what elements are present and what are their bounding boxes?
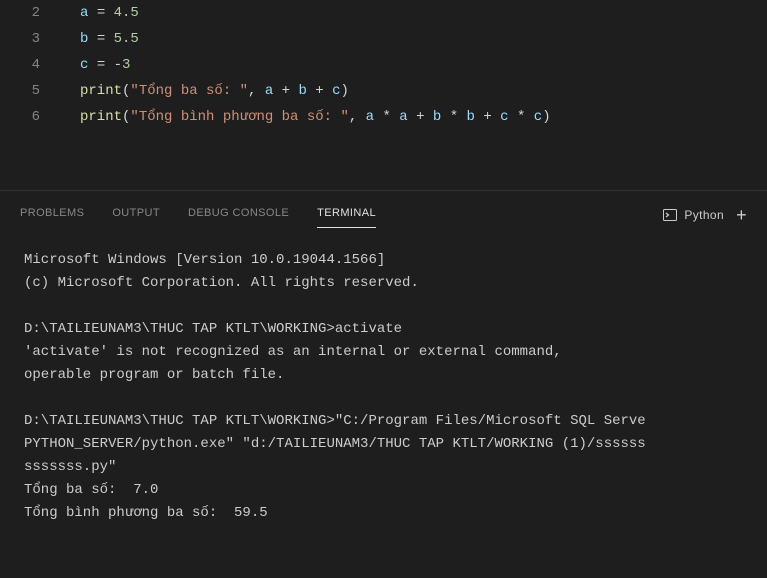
line-number: 6: [0, 104, 60, 130]
interpreter-label: Python: [684, 208, 724, 222]
line-number: 2: [0, 0, 60, 26]
code-line[interactable]: 2a = 4.5: [0, 0, 767, 26]
tab-terminal[interactable]: TERMINAL: [317, 203, 376, 228]
code-line[interactable]: 3b = 5.5: [0, 26, 767, 52]
code-content[interactable]: print("Tổng ba số: ", a + b + c): [60, 78, 349, 104]
terminal-profile-selector[interactable]: Python: [662, 207, 724, 223]
line-number: 5: [0, 78, 60, 104]
new-terminal-button[interactable]: +: [736, 205, 747, 226]
line-number: 3: [0, 26, 60, 52]
code-content[interactable]: b = 5.5: [60, 26, 139, 52]
tab-problems[interactable]: PROBLEMS: [20, 203, 84, 227]
line-number: 4: [0, 52, 60, 78]
editor-blank-area[interactable]: [0, 130, 767, 190]
run-in-terminal-icon: [662, 207, 678, 223]
tab-debug-console[interactable]: DEBUG CONSOLE: [188, 203, 289, 227]
code-line[interactable]: 5print("Tổng ba số: ", a + b + c): [0, 78, 767, 104]
code-editor[interactable]: 2a = 4.53b = 5.54c = -35print("Tổng ba s…: [0, 0, 767, 130]
panel-tab-bar: PROBLEMS OUTPUT DEBUG CONSOLE TERMINAL P…: [0, 191, 767, 231]
terminal-output[interactable]: Microsoft Windows [Version 10.0.19044.15…: [0, 231, 767, 543]
code-line[interactable]: 6print("Tổng bình phương ba số: ", a * a…: [0, 104, 767, 130]
bottom-panel: PROBLEMS OUTPUT DEBUG CONSOLE TERMINAL P…: [0, 190, 767, 578]
code-content[interactable]: c = -3: [60, 52, 130, 78]
code-line[interactable]: 4c = -3: [0, 52, 767, 78]
code-content[interactable]: print("Tổng bình phương ba số: ", a * a …: [60, 104, 551, 130]
tab-output[interactable]: OUTPUT: [112, 203, 160, 227]
code-content[interactable]: a = 4.5: [60, 0, 139, 26]
